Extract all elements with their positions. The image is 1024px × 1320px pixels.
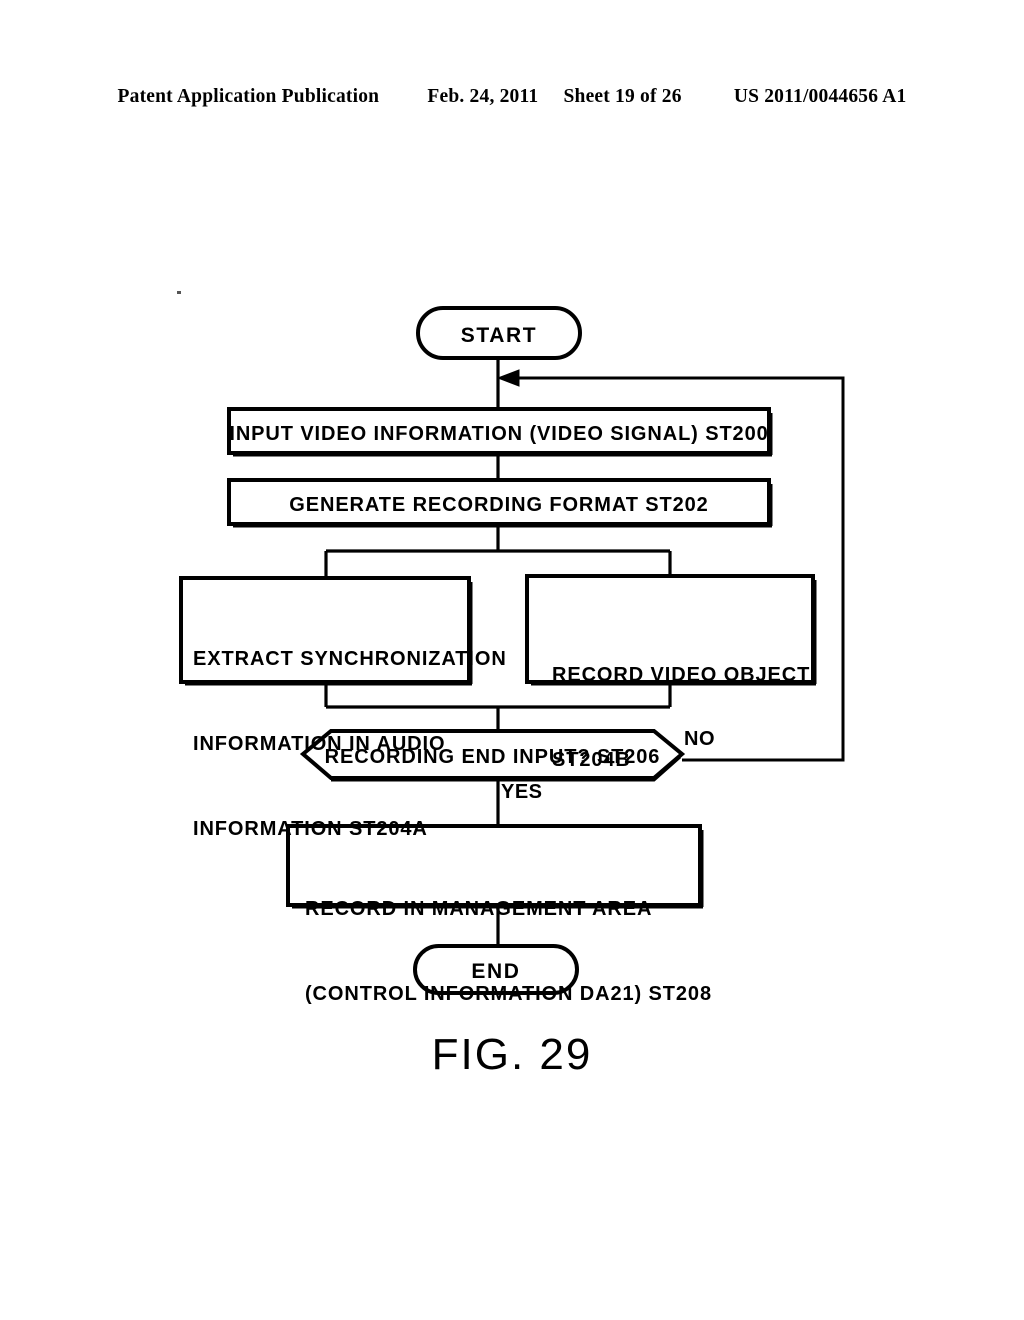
node-st208-line1: RECORD IN MANAGEMENT AREA: [305, 897, 653, 920]
node-start-label: START: [460, 324, 538, 347]
node-st204a-line1: EXTRACT SYNCHRONIZATION: [193, 647, 507, 670]
feedback-arrowhead-icon: [496, 369, 520, 387]
node-st202-label: GENERATE RECORDING FORMAT ST202: [289, 494, 709, 516]
node-st204b-label: RECORD VIDEO OBJECT ST204B: [552, 604, 812, 831]
node-end-label: END: [471, 960, 521, 983]
figure-caption: FIG. 29: [431, 1030, 593, 1079]
branch-label-no: NO: [684, 728, 715, 750]
node-st200-label: INPUT VIDEO INFORMATION (VIDEO SIGNAL) S…: [229, 423, 769, 445]
node-st206-label: RECORDING END INPUT? ST206: [324, 746, 661, 768]
flowchart-svg: [179, 306, 845, 995]
flowchart-figure: START INPUT VIDEO INFORMATION (VIDEO SIG…: [0, 0, 1024, 1320]
node-st204b-line1: RECORD VIDEO OBJECT: [552, 663, 811, 686]
branch-label-yes: YES: [501, 781, 543, 803]
